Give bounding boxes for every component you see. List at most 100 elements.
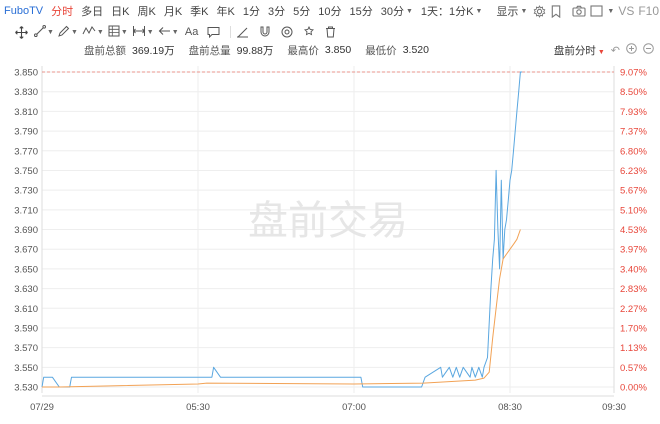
y-tick-label: 3.790 xyxy=(14,127,38,138)
y-tick-label: 3.810 xyxy=(14,107,38,118)
pct-tick-label: 7.37% xyxy=(620,127,647,138)
x-tick-label: 05:30 xyxy=(186,402,210,413)
high-label: 最高价 xyxy=(287,44,319,57)
amount-stat: 盘前总额 369.19万 xyxy=(42,43,175,58)
period-tab-5min[interactable]: 5分 xyxy=(289,0,314,22)
period-tab-monthly[interactable]: 月K xyxy=(160,0,186,22)
pen-tool[interactable]: ▼ xyxy=(58,23,78,41)
range-tool[interactable]: ▼ xyxy=(132,23,154,41)
y-tick-label: 3.770 xyxy=(14,146,38,157)
pen-icon xyxy=(58,25,70,40)
y-tick-label: 3.530 xyxy=(14,383,38,394)
pct-tick-label: 3.40% xyxy=(620,264,647,275)
period-dropdown-30min[interactable]: 30分 ▼ xyxy=(377,0,417,22)
high-stat: 最高价 3.850 xyxy=(287,43,351,58)
f10-button[interactable]: F10 xyxy=(638,0,660,22)
interval-select-label: 1天：1分K xyxy=(420,6,474,18)
volume-stat: 盘前总量 99.88万 xyxy=(189,43,274,58)
line-icon xyxy=(34,24,46,40)
symbol-name[interactable]: FuboTV xyxy=(0,0,47,22)
mode-dropdown[interactable]: 盘前分时 ▼ xyxy=(554,43,605,58)
mode-dropdown-label: 盘前分时 xyxy=(553,44,596,57)
low-value: 3.520 xyxy=(402,44,429,56)
line-tool[interactable]: ▼ xyxy=(34,23,54,41)
trash-icon[interactable] xyxy=(322,23,340,41)
pct-tick-label: 7.93% xyxy=(620,107,647,118)
period-tab-quarterly[interactable]: 季K xyxy=(186,0,212,22)
period-tab-multiday[interactable]: 多日 xyxy=(77,0,107,22)
zoom-in-icon[interactable] xyxy=(626,43,637,57)
chevron-down-icon: ▼ xyxy=(520,7,528,15)
period-tab-daily[interactable]: 日K xyxy=(107,0,133,22)
wave-icon xyxy=(82,25,96,40)
undo-icon[interactable]: ↶ xyxy=(611,44,620,57)
arrow-tool[interactable]: ▼ xyxy=(158,23,179,41)
top-toolbar: FuboTV 分时 多日 日K 周K 月K 季K 年K 1分 3分 5分 10分… xyxy=(0,0,660,22)
drawing-toolbar: ▼ ▼ ▼ ▼ ▼ ▼ Aa xyxy=(0,22,660,42)
pct-tick-label: 0.57% xyxy=(620,363,647,374)
camera-icon[interactable] xyxy=(572,3,586,19)
chevron-down-icon: ▼ xyxy=(96,28,104,36)
period-tab-yearly[interactable]: 年K xyxy=(213,0,239,22)
x-tick-label: 07/29 xyxy=(30,402,54,413)
ruler-icon[interactable] xyxy=(234,23,252,41)
toolbar-divider xyxy=(229,26,231,38)
y-tick-label: 3.710 xyxy=(14,205,38,216)
y-tick-label: 3.830 xyxy=(14,87,38,98)
y-tick-label: 3.570 xyxy=(14,343,38,354)
y-tick-label: 3.650 xyxy=(14,264,38,275)
period-tab-weekly[interactable]: 周K xyxy=(133,0,159,22)
chevron-down-icon: ▼ xyxy=(405,7,413,15)
chevron-down-icon[interactable]: ▼ xyxy=(607,8,614,15)
chevron-down-icon: ▼ xyxy=(171,28,179,36)
move-icon[interactable] xyxy=(12,23,30,41)
low-stat: 最低价 3.520 xyxy=(365,43,429,58)
zoom-out-icon[interactable] xyxy=(643,43,654,57)
pct-tick-label: 5.67% xyxy=(620,186,647,197)
interval-select[interactable]: 1天：1分K ▼ xyxy=(417,0,487,22)
settings-icon[interactable] xyxy=(533,3,546,19)
x-tick-label: 09:30 xyxy=(602,402,626,413)
chevron-down-icon: ▼ xyxy=(146,28,154,36)
y-tick-label: 3.610 xyxy=(14,304,38,315)
lock-icon[interactable] xyxy=(300,23,318,41)
magnet-icon[interactable] xyxy=(256,23,274,41)
chevron-down-icon: ▼ xyxy=(47,28,54,36)
chevron-down-icon: ▼ xyxy=(597,48,605,56)
grid-tool[interactable]: ▼ xyxy=(108,23,128,41)
y-tick-label: 3.550 xyxy=(14,363,38,374)
pct-tick-label: 5.10% xyxy=(620,205,647,216)
text-icon[interactable]: Aa xyxy=(183,23,201,41)
display-menu[interactable]: 显示 ▼ xyxy=(492,0,531,22)
pct-tick-label: 1.70% xyxy=(620,323,647,334)
price-chart[interactable]: 3.850 9.07% 3.830 8.50% 3.810 7.93% 3.790 7.37%… xyxy=(0,58,660,424)
comment-icon[interactable] xyxy=(205,23,223,41)
volume-value: 99.88万 xyxy=(236,44,274,57)
pct-tick-label: 4.53% xyxy=(620,225,647,236)
pct-tick-label: 6.80% xyxy=(620,146,647,157)
display-menu-label: 显示 xyxy=(496,6,519,18)
period-dropdown-label: 30分 xyxy=(380,6,404,18)
period-tab-15min[interactable]: 15分 xyxy=(345,0,376,22)
window-icon[interactable] xyxy=(590,3,603,19)
period-tab-intraday[interactable]: 分时 xyxy=(47,0,77,22)
chart-watermark: 盘前交易 xyxy=(248,198,408,244)
amount-value: 369.19万 xyxy=(132,44,175,57)
y-tick-label: 3.690 xyxy=(14,225,38,236)
y-tick-label: 3.630 xyxy=(14,284,38,295)
low-label: 最低价 xyxy=(365,44,397,57)
pct-tick-label: 9.07% xyxy=(620,68,647,79)
pct-tick-label: 6.23% xyxy=(620,166,647,177)
arrow-icon xyxy=(158,25,171,40)
bookmark-icon[interactable] xyxy=(550,3,562,19)
period-tab-1min[interactable]: 1分 xyxy=(239,0,264,22)
compare-button[interactable]: VS xyxy=(614,0,638,22)
y-tick-label: 3.590 xyxy=(14,323,38,334)
period-tab-10min[interactable]: 10分 xyxy=(314,0,345,22)
high-value: 3.850 xyxy=(324,44,352,56)
period-tab-3min[interactable]: 3分 xyxy=(264,0,289,22)
pct-tick-label: 2.27% xyxy=(620,304,647,315)
wave-tool[interactable]: ▼ xyxy=(82,23,104,41)
x-tick-label: 07:00 xyxy=(342,402,366,413)
eye-icon[interactable] xyxy=(278,23,296,41)
